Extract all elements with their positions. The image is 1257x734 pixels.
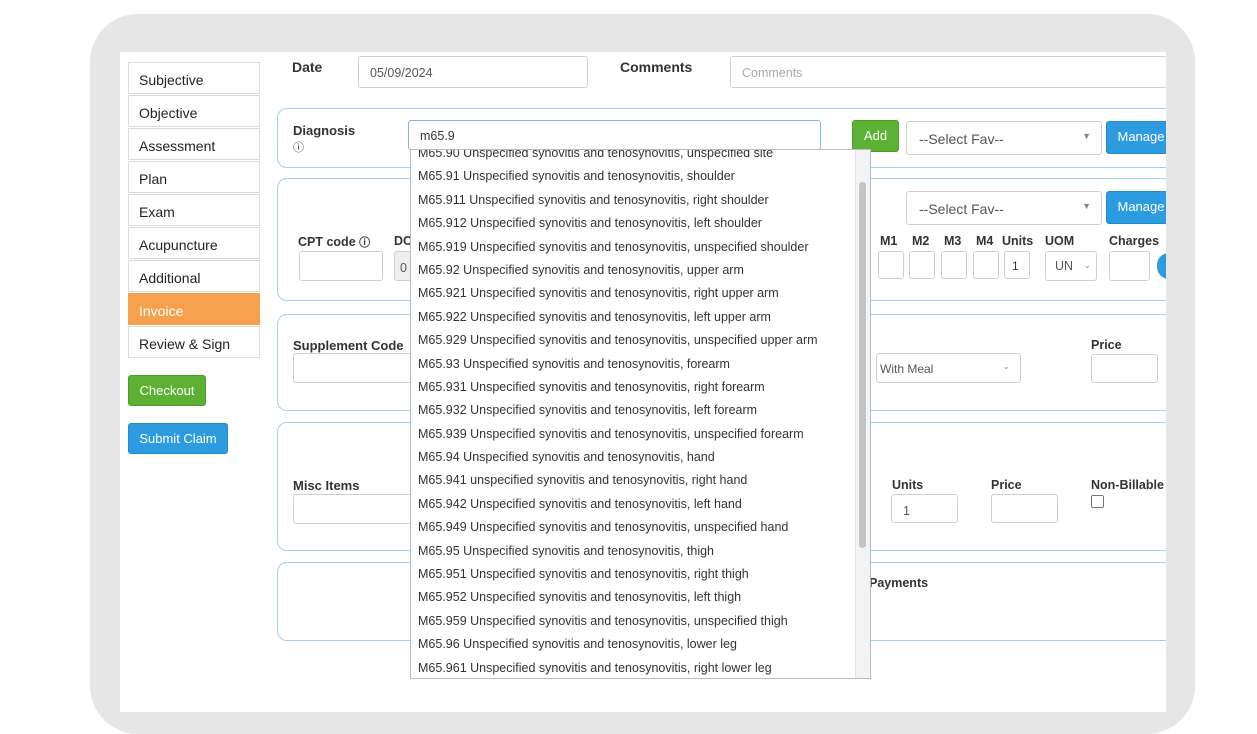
cpt-code-label: CPT code ⓘ [298,235,371,249]
chevron-down-icon: ▼ [1082,131,1091,141]
sidebar-item-invoice[interactable]: Invoice [128,293,260,325]
autocomplete-option[interactable]: M65.939 Unspecified synovitis and tenosy… [411,423,818,446]
m1-input[interactable] [878,251,904,279]
sidebar-item-objective[interactable]: Objective [128,95,260,127]
autocomplete-option[interactable]: M65.951 Unspecified synovitis and tenosy… [411,563,818,586]
uom-column-header: UOM [1045,234,1075,248]
date-label: Date [292,59,323,75]
date-field[interactable]: 05/09/2024 [358,56,588,88]
sidebar-item-plan[interactable]: Plan [128,161,260,193]
misc-price-input[interactable] [991,494,1058,523]
supplement-code-input[interactable] [293,353,413,383]
sidebar-item-assessment[interactable]: Assessment [128,128,260,160]
units-column-header: Units [1002,234,1034,248]
autocomplete-option[interactable]: M65.92 Unspecified synovitis and tenosyn… [411,259,818,282]
info-circle-icon: ⓘ [293,142,304,154]
misc-units-label: Units [892,478,924,492]
autocomplete-option[interactable]: M65.929 Unspecified synovitis and tenosy… [411,329,818,352]
app-screen: Subjective Objective Assessment Plan Exa… [120,52,1166,712]
meal-selected: With Meal [880,362,934,376]
m2-input[interactable] [909,251,935,279]
m2-column-header: M2 [912,234,930,248]
comments-field[interactable]: Comments [730,56,1166,88]
non-billable-label: Non-Billable [1091,478,1164,492]
autocomplete-option[interactable]: M65.94 Unspecified synovitis and tenosyn… [411,446,818,469]
diagnosis-fav-select[interactable]: --Select Fav-- ▼ [906,121,1102,155]
charges-column-header: Charges [1109,234,1160,248]
misc-items-input[interactable] [293,494,413,524]
cpt-code-input[interactable] [299,251,383,281]
misc-units-input[interactable]: 1 [891,494,958,523]
cpt-fav-selected: --Select Fav-- [919,201,1004,217]
supplement-price-input[interactable] [1091,354,1158,383]
m1-column-header: M1 [880,234,898,248]
autocomplete-option[interactable]: M65.912 Unspecified synovitis and tenosy… [411,212,818,235]
supplement-code-label: Supplement Code [293,338,404,353]
uom-selected: UN [1055,259,1074,273]
checkout-button[interactable]: Checkout [128,375,206,406]
sidebar-item-exam[interactable]: Exam [128,194,260,226]
submit-claim-button[interactable]: Submit Claim [128,423,228,454]
chevron-down-icon: ⌄ [1083,260,1091,270]
autocomplete-option[interactable]: M65.949 Unspecified synovitis and tenosy… [411,516,818,539]
m4-input[interactable] [973,251,999,279]
units-input[interactable]: 1 [1004,251,1030,279]
comments-label: Comments [620,59,693,75]
sidebar-item-review-sign[interactable]: Review & Sign [128,326,260,358]
diagnosis-autocomplete-list: M65.90 Unspecified synovitis and tenosyn… [410,149,871,679]
autocomplete-option[interactable]: M65.932 Unspecified synovitis and tenosy… [411,399,818,422]
sidebar-item-acupuncture[interactable]: Acupuncture [128,227,260,259]
autocomplete-option[interactable]: M65.961 Unspecified synovitis and tenosy… [411,657,818,678]
autocomplete-option[interactable]: M65.921 Unspecified synovitis and tenosy… [411,282,818,305]
meal-select[interactable]: With Meal ⌄ [876,353,1021,383]
diagnosis-label: Diagnosis [293,123,356,138]
uom-select[interactable]: UN ⌄ [1045,251,1097,281]
misc-price-label: Price [991,478,1022,492]
payments-label: Payments [869,576,929,590]
charges-input[interactable] [1109,251,1150,281]
autocomplete-option[interactable]: M65.90 Unspecified synovitis and tenosyn… [411,150,818,165]
m4-column-header: M4 [976,234,994,248]
diagnosis-fav-selected: --Select Fav-- [919,131,1004,147]
autocomplete-option[interactable]: M65.96 Unspecified synovitis and tenosyn… [411,633,818,656]
autocomplete-option[interactable]: M65.91 Unspecified synovitis and tenosyn… [411,165,818,188]
sidebar-item-subjective[interactable]: Subjective [128,62,260,94]
m3-input[interactable] [941,251,967,279]
chevron-down-icon: ▼ [1082,201,1091,211]
misc-items-label: Misc Items [293,478,360,493]
autocomplete-option[interactable]: M65.952 Unspecified synovitis and tenosy… [411,586,818,609]
m3-column-header: M3 [944,234,962,248]
autocomplete-option[interactable]: M65.911 Unspecified synovitis and tenosy… [411,189,818,212]
autocomplete-option[interactable]: M65.919 Unspecified synovitis and tenosy… [411,236,818,259]
cpt-fav-select[interactable]: --Select Fav-- ▼ [906,191,1102,225]
sidebar-item-additional[interactable]: Additional [128,260,260,292]
info-circle-icon: ⓘ [359,237,371,249]
manage-cpt-button[interactable]: Manage [1106,191,1166,224]
non-billable-checkbox[interactable] [1091,495,1104,508]
chevron-down-icon: ⌄ [1002,361,1010,371]
add-diagnosis-button[interactable]: Add [852,120,899,152]
manage-diagnosis-button[interactable]: Manage [1106,121,1166,154]
scrollbar-track[interactable] [855,150,870,678]
scrollbar-thumb[interactable] [859,182,866,548]
supplement-price-label: Price [1091,338,1122,352]
autocomplete-option[interactable]: M65.95 Unspecified synovitis and tenosyn… [411,540,818,563]
autocomplete-option[interactable]: M65.93 Unspecified synovitis and tenosyn… [411,353,818,376]
autocomplete-option[interactable]: M65.942 Unspecified synovitis and tenosy… [411,493,818,516]
autocomplete-option[interactable]: M65.931 Unspecified synovitis and tenosy… [411,376,818,399]
diagnosis-search-input[interactable]: m65.9 [408,120,821,150]
autocomplete-option[interactable]: M65.941 unspecified synovitis and tenosy… [411,469,818,492]
autocomplete-option[interactable]: M65.922 Unspecified synovitis and tenosy… [411,306,818,329]
autocomplete-option[interactable]: M65.959 Unspecified synovitis and tenosy… [411,610,818,633]
